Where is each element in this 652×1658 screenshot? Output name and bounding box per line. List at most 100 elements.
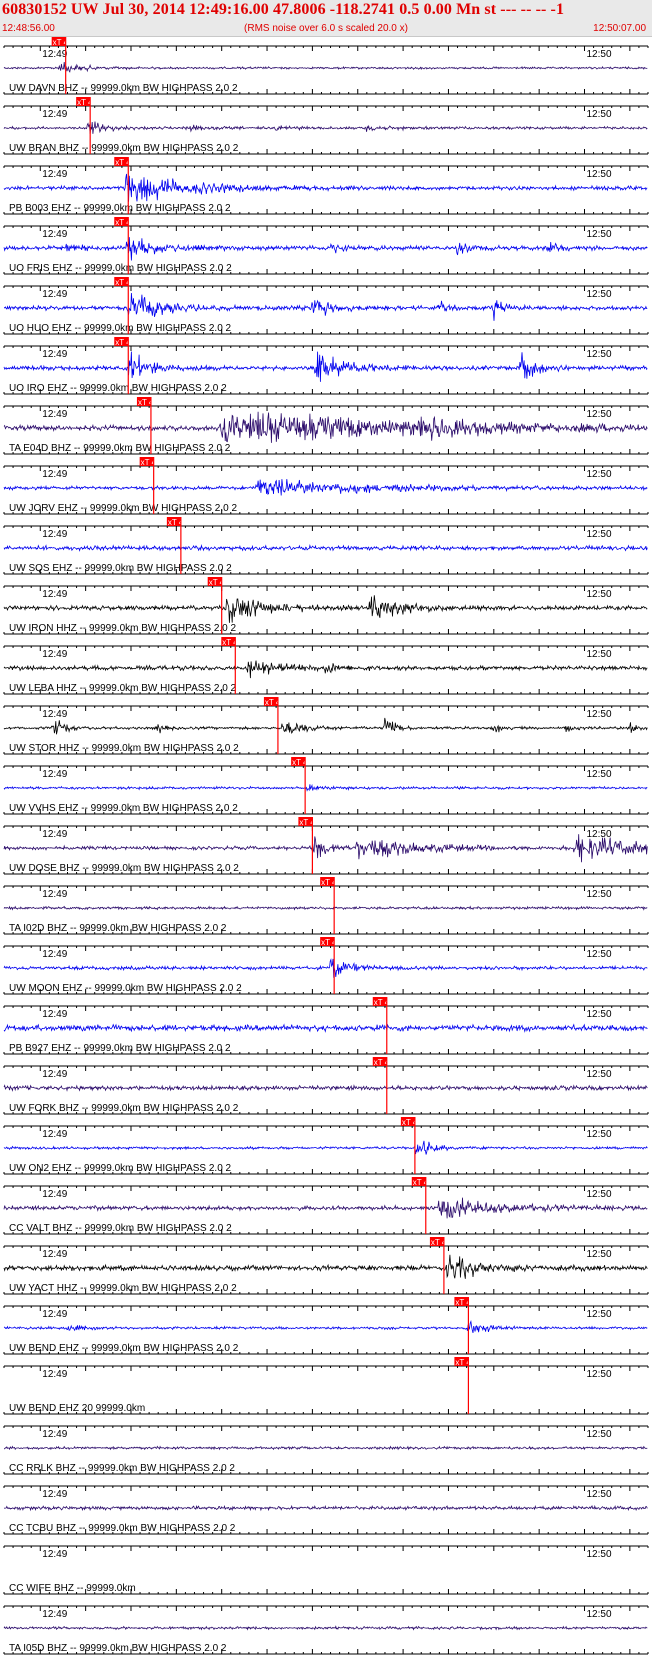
tick-label: 12:50 xyxy=(587,1249,612,1260)
channel-row: 12:49 12:50 UW SQS EHZ -- 99999.0km BW HIG… xyxy=(3,517,649,575)
tick-label: 12:50 xyxy=(587,889,612,900)
event-title: 60830152 UW Jul 30, 2014 12:49:16.00 47.… xyxy=(2,1,565,18)
channel-label: UW BEND EHZ 20 99999.0km xyxy=(9,1403,145,1414)
channel-label: UW BEND EHZ -- 99999.0km BW HIGHPASS 2.0… xyxy=(9,1343,239,1354)
waveform-trace xyxy=(4,292,648,321)
channel-label: UW BRAN BHZ -- 99999.0km BW HIGHPASS 2.0… xyxy=(9,143,239,154)
waveform-trace xyxy=(3,1084,648,1092)
tick-label: 12:49 xyxy=(42,1429,67,1440)
rms-note-label: (RMS noise over 6.0 s scaled 20.0 x) xyxy=(244,23,408,34)
waveform-trace xyxy=(3,1023,648,1033)
tick-label: 12:50 xyxy=(587,169,612,180)
channel-row: 12:49 12:50 UW BRAN BHZ -- 99999.0km BW HI… xyxy=(3,97,649,155)
channel-label: TA E04D BHZ -- 99999.0km BW HIGHPASS 2.0… xyxy=(9,443,231,454)
waveform-trace xyxy=(3,1319,648,1334)
channel-row: 12:49 12:50 CC TCBU BHZ -- 99999.0km BW HI… xyxy=(3,1485,649,1535)
channel-label: UO FRIS EHZ -- 99999.0km BW HIGHPASS 2.0… xyxy=(9,263,232,274)
tick-label: 12:50 xyxy=(587,1009,612,1020)
channel-row: 12:49 12:50 CC VALT BHZ -- 99999.0km BW HI… xyxy=(3,1177,649,1235)
tick-label: 12:50 xyxy=(587,769,612,780)
waveform-trace xyxy=(3,1254,648,1279)
waveform-trace xyxy=(3,121,648,134)
tick-label: 12:50 xyxy=(587,1129,612,1140)
tick-label: 12:50 xyxy=(587,1489,612,1500)
tick-label: 12:49 xyxy=(42,709,67,720)
waveform-trace xyxy=(3,411,648,443)
tick-label: 12:49 xyxy=(42,589,67,600)
tick-label: 12:49 xyxy=(42,1129,67,1140)
tick-label: 12:49 xyxy=(42,169,67,180)
channel-label: CC VALT BHZ -- 99999.0km BW HIGHPASS 2.0… xyxy=(9,1223,232,1234)
tick-label: 12:50 xyxy=(587,349,612,360)
tick-label: 12:49 xyxy=(42,649,67,660)
tick-label: 12:50 xyxy=(587,49,612,60)
tick-label: 12:50 xyxy=(587,1609,612,1620)
tick-label: 12:49 xyxy=(42,229,67,240)
waveform-trace xyxy=(3,173,648,202)
channel-row: 12:49 12:50 UW BEND EHZ -- 99999.0km BW HI… xyxy=(3,1297,649,1355)
channel-label: UW DAVN BHZ -- 99999.0km BW HIGHPASS 2.0… xyxy=(9,83,238,94)
tick-label: 12:50 xyxy=(587,949,612,960)
tick-label: 12:50 xyxy=(587,1549,612,1560)
waveform-trace xyxy=(3,351,648,382)
tick-label: 12:49 xyxy=(42,889,67,900)
waveform-trace xyxy=(3,834,648,863)
tick-label: 12:50 xyxy=(587,1369,612,1380)
channel-row: 12:49 12:50 UW MOON EHZ -- 99999.0km BW HI… xyxy=(3,937,649,995)
waveform-trace xyxy=(3,543,648,552)
channel-label: UW IRON HHZ -- 99999.0km BW HIGHPASS 2.0… xyxy=(9,623,237,634)
channel-label: UW LEBA HHZ -- 99999.0km BW HIGHPASS 2.0… xyxy=(9,683,237,694)
channel-label: UW DOSE BHZ -- 99999.0km BW HIGHPASS 2.0… xyxy=(9,863,239,874)
tick-label: 12:49 xyxy=(42,1489,67,1500)
tick-label: 12:49 xyxy=(42,409,67,420)
channel-label: UW SQS EHZ -- 99999.0km BW HIGHPASS 2.0 … xyxy=(9,563,232,574)
channel-row: 12:49 12:50 TA E04D BHZ -- 99999.0km BW HI… xyxy=(3,397,649,455)
tick-label: 12:49 xyxy=(42,469,67,480)
waveform-trace xyxy=(3,1197,648,1219)
channel-row: 12:49 12:50 UO IRO EHZ -- 99999.0km BW HIG… xyxy=(3,337,649,395)
channel-label: UW JORV EHZ -- 99999.0km BW HIGHPASS 2.0… xyxy=(9,503,237,514)
channel-row: 12:49 12:50 UW LEBA HHZ -- 99999.0km BW HI… xyxy=(3,637,649,695)
tick-label: 12:50 xyxy=(587,829,612,840)
channel-row: 12:49 12:50UW BEND EHZ 20 99999.0kmxT 4 xyxy=(3,1357,649,1415)
waveform-trace xyxy=(3,1445,648,1451)
channel-row: 12:49 12:50 UW YACT HHZ -- 99999.0km BW HI… xyxy=(3,1237,649,1295)
plot-header: 60830152 UW Jul 30, 2014 12:49:16.00 47.… xyxy=(0,0,652,37)
tick-label: 12:49 xyxy=(42,949,67,960)
channel-label: TA I05D BHZ -- 99999.0km BW HIGHPASS 2.0… xyxy=(9,1643,227,1654)
tick-label: 12:50 xyxy=(587,1429,612,1440)
tick-label: 12:50 xyxy=(587,469,612,480)
end-time-label: 12:50:07.00 xyxy=(593,23,646,34)
waveform-trace xyxy=(3,905,648,911)
channel-label: TA I02D BHZ -- 99999.0km BW HIGHPASS 2.0… xyxy=(9,923,227,934)
waveform-trace xyxy=(3,660,648,679)
waveform-trace xyxy=(3,783,648,792)
channel-row: 12:49 12:50 TA I02D BHZ -- 99999.0km BW HI… xyxy=(3,877,649,935)
channel-label: UO HUO EHZ -- 99999.0km BW HIGHPASS 2.0 … xyxy=(9,323,232,334)
channel-label: PB B927 EHZ -- 99999.0km BW HIGHPASS 2.0… xyxy=(9,1043,231,1054)
channel-label: UW STOR HHZ -- 99999.0km BW HIGHPASS 2.0… xyxy=(9,743,239,754)
channel-row: 12:49 12:50 PB B003 EHZ -- 99999.0km BW HI… xyxy=(3,157,649,215)
tick-label: 12:49 xyxy=(42,1609,67,1620)
channel-row: 12:49 12:50 UO HUO EHZ -- 99999.0km BW HIG… xyxy=(3,277,649,335)
tick-label: 12:50 xyxy=(587,229,612,240)
channel-row: 12:49 12:50 CC WIFE BHZ -- 99999.0km xyxy=(3,1545,649,1595)
tick-label: 12:49 xyxy=(42,1069,67,1080)
channel-row: 12:49 12:50 UW FORK BHZ -- 99999.0km BW HI… xyxy=(3,1057,649,1115)
seismogram-plot: 12:49 12:50 UW DAVN BHZ -- 99999.0km BW HI… xyxy=(3,37,649,1655)
channel-row: 12:49 12:50 UW DAVN BHZ -- 99999.0km BW HI… xyxy=(3,37,649,95)
channel-row: 12:49 12:50 UW JORV EHZ -- 99999.0km BW HI… xyxy=(3,457,649,515)
tick-label: 12:49 xyxy=(42,1249,67,1260)
channel-row: 12:49 12:50 UW STOR HHZ -- 99999.0km BW HI… xyxy=(3,697,649,755)
waveform-trace xyxy=(3,61,648,73)
channel-label: CC WIFE BHZ -- 99999.0km xyxy=(9,1583,136,1594)
channel-row: 12:49 12:50 UW IRON HHZ -- 99999.0km BW HI… xyxy=(3,577,649,635)
waveform-trace xyxy=(3,1140,648,1155)
channel-row: 12:49 12:50 UW VVHS EHZ -- 99999.0km BW HI… xyxy=(3,757,649,815)
waveform-trace xyxy=(3,479,648,496)
tick-label: 12:49 xyxy=(42,1549,67,1560)
time-info-bar: 12:48:56.00 (RMS noise over 6.0 s scaled… xyxy=(0,23,652,35)
waveform-trace xyxy=(3,1625,648,1631)
tick-label: 12:49 xyxy=(42,1309,67,1320)
channel-row: 12:49 12:50 UW ON2 EHZ -- 99999.0km BW HIG… xyxy=(3,1117,649,1175)
